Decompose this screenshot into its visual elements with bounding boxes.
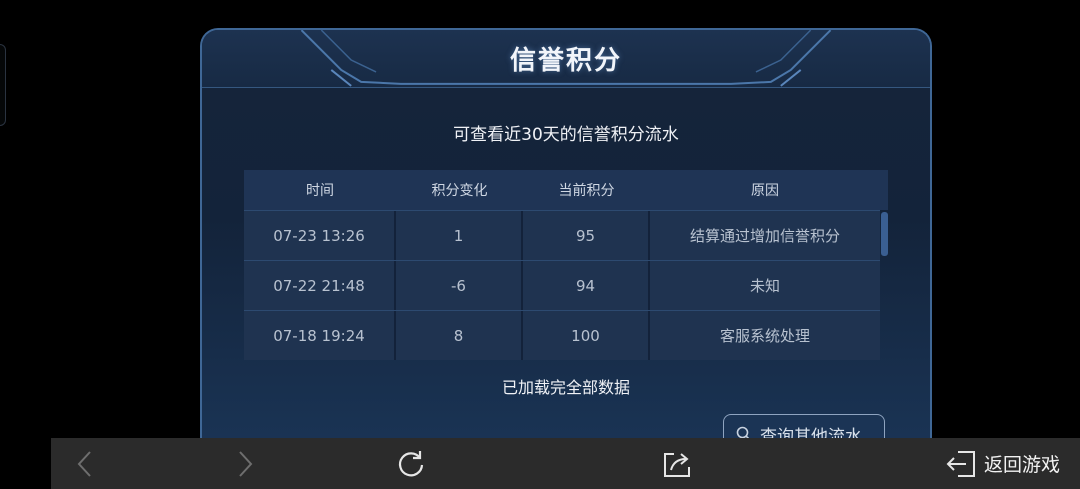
- header-reason: 原因: [751, 183, 779, 199]
- browser-bottom-bar: 返回游戏: [51, 438, 1080, 489]
- cell-current-score: 95: [523, 211, 650, 260]
- cell-score-change: 1: [396, 211, 523, 260]
- return-to-game-button[interactable]: 返回游戏: [933, 438, 1073, 489]
- header-score-change: 积分变化: [431, 183, 488, 199]
- table-scrollbar[interactable]: [881, 212, 888, 256]
- forward-button[interactable]: [225, 438, 265, 489]
- cell-reason: 客服系统处理: [719, 327, 810, 345]
- exit-icon: [946, 450, 975, 477]
- header-time: 时间: [306, 183, 334, 199]
- cell-reason: 结算通过增加信誉积分: [689, 227, 840, 245]
- cell-time: 07-23 13:26: [244, 211, 396, 260]
- cell-score-change: -6: [396, 261, 523, 310]
- table-row: 07-18 19:24 8 100 客服系统处理: [244, 310, 880, 360]
- table-body[interactable]: 07-23 13:26 1 95 结算通过增加信誉积分 07-22 21:48 …: [244, 210, 880, 360]
- share-button[interactable]: [655, 438, 699, 489]
- forward-arrow-icon: [239, 450, 253, 477]
- reload-icon: [398, 450, 424, 476]
- table-row: 07-22 21:48 -6 94 未知: [244, 260, 880, 310]
- back-button[interactable]: [65, 438, 105, 489]
- table-header: 时间 积分变化 当前积分 原因: [244, 170, 888, 210]
- panel-subtitle: 可查看近30天的信誉积分流水: [453, 125, 679, 145]
- return-to-game-label: 返回游戏: [983, 454, 1060, 476]
- back-arrow-icon: [77, 450, 91, 477]
- cell-current-score: 94: [523, 261, 650, 310]
- panel-header: 信誉积分: [202, 30, 930, 88]
- cell-time: 07-22 21:48: [244, 261, 396, 310]
- cell-time: 07-18 19:24: [244, 311, 396, 360]
- credit-history-table: 时间 积分变化 当前积分 原因 07-23 13:26 1 95 结算通过增加信…: [244, 170, 890, 360]
- cell-score-change: 8: [396, 311, 523, 360]
- share-icon: [664, 452, 690, 477]
- cell-current-score: 100: [523, 311, 650, 360]
- side-edge-tab[interactable]: [0, 44, 6, 126]
- credit-score-panel: 信誉积分 可查看近30天的信誉积分流水 时间 积分变化 当前积分 原因 07-2…: [200, 28, 932, 448]
- all-data-loaded-text: 已加载完全部数据: [501, 378, 630, 397]
- header-current-score: 当前积分: [558, 183, 615, 199]
- cell-reason: 未知: [749, 277, 780, 295]
- panel-title: 信誉积分: [509, 46, 622, 76]
- reload-button[interactable]: [389, 438, 433, 489]
- table-row: 07-23 13:26 1 95 结算通过增加信誉积分: [244, 210, 880, 260]
